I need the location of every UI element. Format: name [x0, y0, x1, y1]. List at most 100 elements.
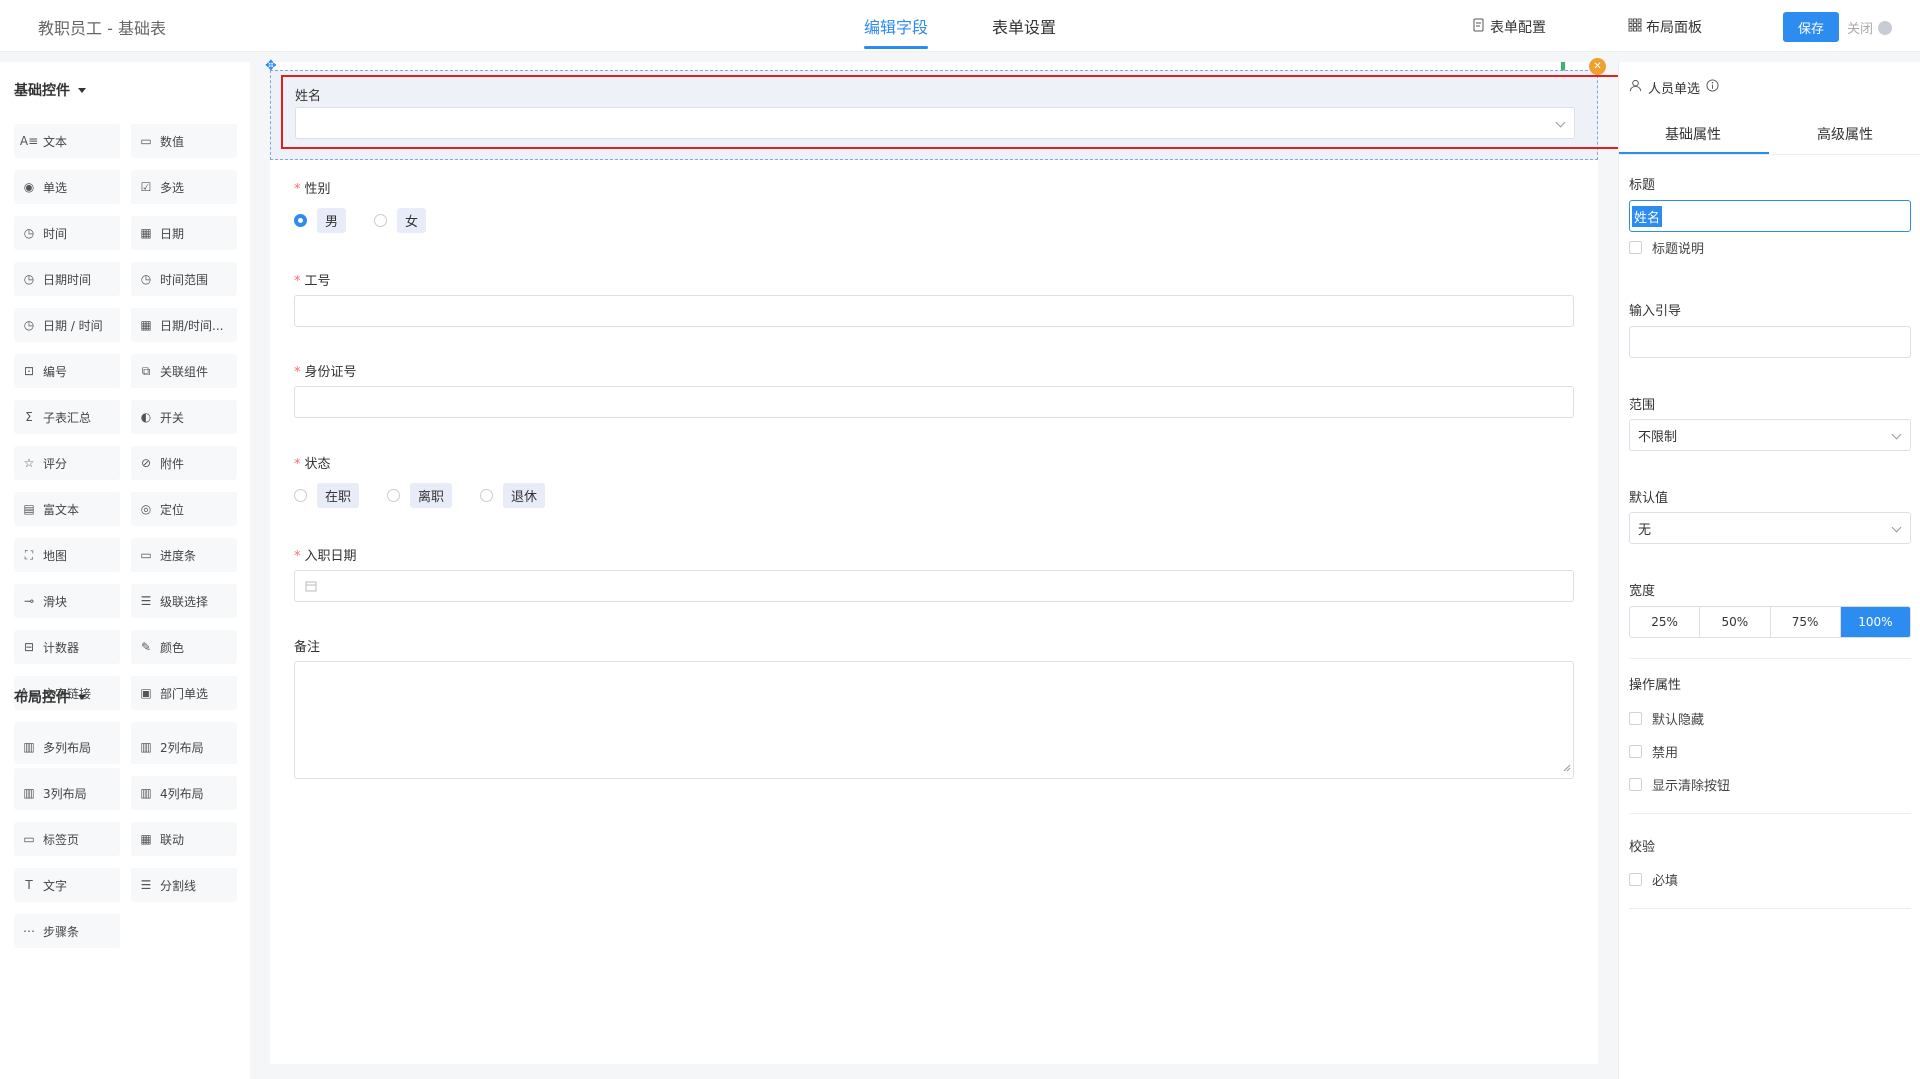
status-option-resigned[interactable]: 离职: [387, 483, 453, 508]
disabled-checkbox[interactable]: 禁用: [1629, 742, 1678, 761]
palette-item[interactable]: ☆ 评分: [14, 446, 120, 480]
palette-item[interactable]: ⋯ 步骤条: [14, 914, 120, 948]
palette-item[interactable]: ▭ 进度条: [131, 538, 237, 572]
required-checkbox[interactable]: 必填: [1629, 870, 1678, 889]
palette-item[interactable]: ▦ 日期/时间...: [131, 308, 237, 342]
palette-item[interactable]: ◐ 开关: [131, 400, 237, 434]
radio-unchecked-icon: [374, 214, 388, 227]
palette-item[interactable]: ▭ 数值: [131, 124, 237, 158]
width-option-25[interactable]: 25%: [1630, 607, 1701, 637]
palette-item[interactable]: ⊡ 编号: [14, 354, 120, 388]
palette-item[interactable]: Σ 子表汇总: [14, 400, 120, 434]
title-input-value: 姓名: [1632, 205, 1663, 227]
palette-item[interactable]: ☰ 分割线: [131, 868, 237, 902]
delete-icon[interactable]: ✕: [1589, 58, 1606, 75]
tab-form-settings[interactable]: 表单设置: [992, 14, 1056, 38]
palette-item[interactable]: ▥ 2列布局: [131, 730, 237, 764]
palette-item[interactable]: ◷ 时间: [14, 216, 120, 250]
width-option-100[interactable]: 100%: [1840, 607, 1910, 637]
palette-item[interactable]: ◎ 定位: [131, 492, 237, 526]
palette-item[interactable]: ☑ 多选: [131, 170, 237, 204]
palette-item[interactable]: ▦ 日期: [131, 216, 237, 250]
palette-item[interactable]: ▣ 部门单选: [131, 676, 237, 710]
remarks-textarea[interactable]: [294, 661, 1574, 779]
palette-item[interactable]: ✎ 颜色: [131, 630, 237, 664]
range-select[interactable]: 不限制: [1629, 419, 1911, 451]
palette-item[interactable]: A≡ 文本: [14, 124, 120, 158]
palette-item-label: 3列布局: [43, 786, 87, 801]
columns-icon: ▥: [140, 786, 152, 800]
tab-edit-fields[interactable]: 编辑字段: [864, 14, 928, 38]
palette-item-label: 地图: [43, 548, 68, 563]
id-card-input[interactable]: [294, 386, 1574, 418]
palette-item[interactable]: ⊟ 计数器: [14, 630, 120, 664]
default-value: 无: [1638, 522, 1652, 538]
copy-icon[interactable]: ▮: [1560, 59, 1566, 72]
status-label: 状态: [304, 457, 331, 472]
palette-item[interactable]: ⊸ 滑块: [14, 584, 120, 618]
hire-date-input[interactable]: [294, 570, 1574, 602]
status-option-active[interactable]: 在职: [294, 483, 360, 508]
checkbox-icon: [1629, 745, 1642, 758]
clock-icon: ◷: [23, 318, 35, 332]
layout-panel-button[interactable]: 布局面板: [1628, 17, 1702, 37]
layout-controls-header[interactable]: 布局控件: [14, 687, 86, 707]
palette-item[interactable]: T 文字: [14, 868, 120, 902]
palette-item[interactable]: ◷ 日期 / 时间: [14, 308, 120, 342]
tab-basic-properties[interactable]: 基础属性: [1665, 124, 1721, 144]
gender-option-female[interactable]: 女: [374, 208, 427, 233]
highlight-box: [281, 75, 1742, 149]
palette-item-label: 进度条: [160, 548, 197, 563]
width-segmented-control: 25% 50% 75% 100%: [1629, 606, 1911, 638]
color-picker-icon: ✎: [140, 640, 152, 654]
section-divider: [1629, 658, 1911, 659]
palette-item[interactable]: ◉ 单选: [14, 170, 120, 204]
title-input[interactable]: 姓名: [1629, 200, 1911, 232]
columns-icon: ▥: [23, 740, 35, 754]
default-hidden-checkbox[interactable]: 默认隐藏: [1629, 709, 1704, 728]
palette-item[interactable]: ▥ 4列布局: [131, 776, 237, 810]
palette-item[interactable]: ▥ 3列布局: [14, 776, 120, 810]
close-icon: [1878, 20, 1893, 35]
palette-item-label: 颜色: [160, 640, 185, 655]
palette-item-label: 日期: [160, 226, 185, 241]
form-config-button[interactable]: 表单配置: [1472, 17, 1546, 37]
palette-item[interactable]: ⊘ 附件: [131, 446, 237, 480]
resize-handle-icon[interactable]: [1563, 760, 1571, 776]
required-label: 必填: [1652, 874, 1679, 889]
gender-radio-group: 男 女: [294, 208, 427, 233]
validation-prop-label: 校验: [1629, 840, 1656, 855]
show-clear-checkbox[interactable]: 显示清除按钮: [1629, 775, 1730, 794]
close-button[interactable]: 关闭: [1847, 18, 1893, 37]
width-option-50[interactable]: 50%: [1700, 607, 1771, 637]
palette-item-label: 标签页: [43, 832, 80, 847]
gender-option-male[interactable]: 男: [294, 208, 347, 233]
counter-icon: ⊟: [23, 640, 35, 654]
status-option-retired[interactable]: 退休: [480, 483, 546, 508]
move-handle-icon[interactable]: ✥: [265, 58, 277, 74]
palette-item[interactable]: ▥ 多列布局: [14, 730, 120, 764]
width-option-75[interactable]: 75%: [1771, 607, 1841, 637]
basic-controls-header[interactable]: 基础控件: [14, 80, 86, 100]
palette-item[interactable]: ▭ 标签页: [14, 822, 120, 856]
palette-item[interactable]: ☰ 级联选择: [131, 584, 237, 618]
palette-item[interactable]: ⛶ 地图: [14, 538, 120, 572]
palette-item[interactable]: ◷ 时间范围: [131, 262, 237, 296]
required-mark: *: [294, 274, 301, 289]
info-icon[interactable]: [1706, 79, 1719, 96]
palette-item-label: 定位: [160, 502, 185, 517]
palette-item-label: 部门单选: [160, 686, 209, 701]
default-value-select[interactable]: 无: [1629, 512, 1911, 544]
palette-item[interactable]: ▤ 富文本: [14, 492, 120, 526]
save-button[interactable]: 保存: [1783, 12, 1839, 42]
placeholder-input[interactable]: [1629, 326, 1911, 358]
palette-item[interactable]: ⧉ 关联组件: [131, 354, 237, 388]
title-desc-checkbox[interactable]: 标题说明: [1629, 238, 1704, 257]
tabs-divider: [1619, 154, 1920, 155]
palette-item[interactable]: ▦ 联动: [131, 822, 237, 856]
palette-item[interactable]: ◷ 日期时间: [14, 262, 120, 296]
tab-advanced-properties[interactable]: 高级属性: [1817, 124, 1873, 144]
employee-id-input[interactable]: [294, 295, 1574, 327]
radio-unchecked-icon: [480, 489, 494, 502]
required-mark: *: [294, 549, 301, 564]
